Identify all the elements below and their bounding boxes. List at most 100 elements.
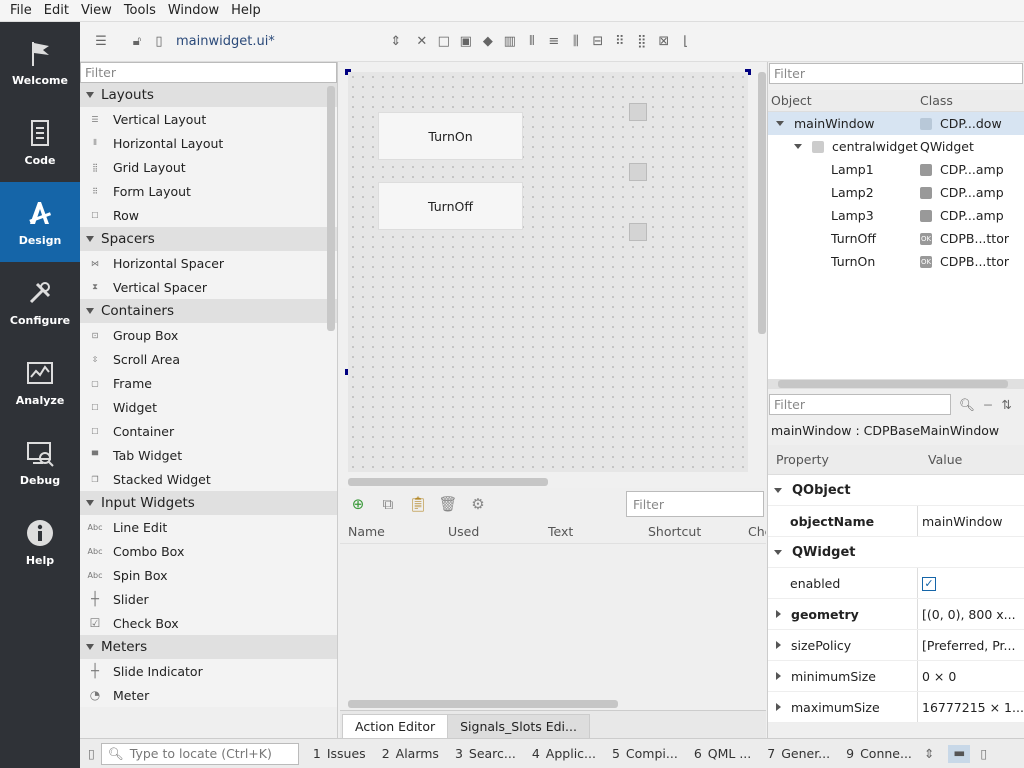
grid-layout-icon[interactable]: ⣿ bbox=[631, 31, 653, 53]
pane-compile[interactable]: 5 Compi... bbox=[604, 746, 686, 761]
tree-row[interactable]: Lamp3 CDP...amp bbox=[768, 204, 1024, 227]
adjust-size-icon[interactable]: ⌊ bbox=[675, 31, 697, 53]
property-row-sizepolicy[interactable]: sizePolicy [Preferred, Pr... bbox=[768, 630, 1024, 661]
widget-vertical-layout[interactable]: ☰ Vertical Layout bbox=[80, 107, 337, 131]
widget-scroll-area[interactable]: ⇳ Scroll Area bbox=[80, 347, 337, 371]
pane-application[interactable]: 4 Applic... bbox=[524, 746, 604, 761]
splitter-h-icon[interactable]: ⫼ bbox=[565, 31, 587, 53]
property-filter-input[interactable]: Filter bbox=[769, 394, 951, 415]
enabled-checkbox[interactable]: ✓ bbox=[922, 576, 936, 591]
property-value-field[interactable]: 0 × 0 bbox=[918, 669, 1024, 684]
widget-widget[interactable]: ☐ Widget bbox=[80, 395, 337, 419]
configure-action-icon[interactable]: ⚙︎ bbox=[466, 492, 490, 516]
widget-frame[interactable]: ▢ Frame bbox=[80, 371, 337, 395]
property-row-minimumsize[interactable]: minimumSize 0 × 0 bbox=[768, 661, 1024, 692]
pane-search[interactable]: 3 Searc... bbox=[447, 746, 524, 761]
lock-icon[interactable]: 🔓︎ bbox=[126, 31, 148, 53]
pane-issues[interactable]: 1 Issues bbox=[305, 746, 374, 761]
copy-action-icon[interactable]: ⧉ bbox=[376, 492, 400, 516]
action-scrollbar-h[interactable] bbox=[348, 700, 618, 708]
widget-form-layout[interactable]: ⠿ Form Layout bbox=[80, 179, 337, 203]
turn-on-button[interactable]: TurnOn bbox=[378, 112, 523, 160]
layout-vertical-icon[interactable]: ≡ bbox=[543, 31, 565, 53]
property-value-field[interactable]: mainWindow bbox=[918, 514, 1024, 529]
widget-vertical-spacer[interactable]: ⧗ Vertical Spacer bbox=[80, 275, 337, 299]
expand-arrow-icon[interactable] bbox=[776, 121, 784, 126]
splitter-v-icon[interactable]: ⊟ bbox=[587, 31, 609, 53]
col-shortcut[interactable]: Shortcut bbox=[640, 524, 740, 539]
category-input-widgets[interactable]: Input Widgets bbox=[80, 491, 337, 515]
paste-action-icon[interactable]: 📋︎ bbox=[406, 492, 430, 516]
widget-tab-widget[interactable]: ▀ Tab Widget bbox=[80, 443, 337, 467]
canvas-scrollbar-h[interactable] bbox=[348, 478, 548, 486]
widget-row[interactable]: ☐ Row bbox=[80, 203, 337, 227]
tree-row[interactable]: mainWindow CDP...dow bbox=[768, 112, 1024, 135]
tree-row[interactable]: Lamp1 CDP...amp bbox=[768, 158, 1024, 181]
widget-mode-icon[interactable]: □ bbox=[433, 31, 455, 53]
pane-connections[interactable]: 9 Conne... bbox=[838, 746, 920, 761]
tree-row[interactable]: centralwidget QWidget bbox=[768, 135, 1024, 158]
main-window-form[interactable]: TurnOn TurnOff bbox=[348, 72, 748, 472]
signals-mode-icon[interactable]: ▣ bbox=[455, 31, 477, 53]
property-value-field[interactable]: [Preferred, Pr... bbox=[918, 638, 1024, 653]
sort-icon[interactable]: ⇅ bbox=[1001, 397, 1011, 412]
tab-order-icon[interactable]: ▥ bbox=[499, 31, 521, 53]
turn-off-button[interactable]: TurnOff bbox=[378, 182, 523, 230]
canvas-scrollbar-v[interactable] bbox=[758, 72, 766, 334]
tree-row[interactable]: TurnOff OK CDPB...ttor bbox=[768, 227, 1024, 250]
mode-configure[interactable]: Configure bbox=[0, 262, 80, 342]
right-sidebar-toggle-icon[interactable]: ▯ bbox=[980, 746, 987, 761]
pane-general[interactable]: 7 Gener... bbox=[759, 746, 838, 761]
mode-welcome[interactable]: Welcome bbox=[0, 22, 80, 102]
mode-code[interactable]: Code bbox=[0, 102, 80, 182]
object-filter-input[interactable]: Filter bbox=[769, 63, 1023, 84]
widget-horizontal-layout[interactable]: ⦀ Horizontal Layout bbox=[80, 131, 337, 155]
locator-input[interactable]: 🔍︎ Type to locate (Ctrl+K) bbox=[100, 742, 299, 765]
tree-row[interactable]: Lamp2 CDP...amp bbox=[768, 181, 1024, 204]
widget-horizontal-spacer[interactable]: ⋈ Horizontal Spacer bbox=[80, 251, 337, 275]
mode-help[interactable]: Help bbox=[0, 502, 80, 582]
mode-design[interactable]: Design bbox=[0, 182, 80, 262]
close-icon[interactable]: ✕ bbox=[411, 31, 433, 53]
progress-toggle-icon[interactable]: ▬ bbox=[948, 744, 971, 763]
widget-line-edit[interactable]: Abc Line Edit bbox=[80, 515, 337, 539]
col-text[interactable]: Text bbox=[540, 524, 640, 539]
menu-edit[interactable]: Edit bbox=[38, 3, 75, 18]
updown-icon[interactable]: ⇕ bbox=[385, 31, 407, 53]
property-row-maximumsize[interactable]: maximumSize 16777215 × 1... bbox=[768, 692, 1024, 723]
expand-arrow-icon[interactable] bbox=[776, 641, 781, 649]
menu-window[interactable]: Window bbox=[162, 3, 225, 18]
object-scrollbar-h[interactable] bbox=[768, 379, 1024, 389]
search-options-icon[interactable]: 🔍︎ bbox=[959, 397, 975, 413]
col-property[interactable]: Property bbox=[768, 452, 918, 467]
property-group-qwidget[interactable]: QWidget bbox=[768, 537, 1024, 568]
mode-analyze[interactable]: Analyze bbox=[0, 342, 80, 422]
tree-row[interactable]: TurnOn OK CDPB...ttor bbox=[768, 250, 1024, 273]
delete-action-icon[interactable]: 🗑︎ bbox=[436, 492, 460, 516]
widget-box-scrollbar[interactable] bbox=[327, 86, 335, 331]
expand-arrow-icon[interactable] bbox=[776, 703, 781, 711]
menu-file[interactable]: File bbox=[4, 3, 38, 18]
expand-arrow-icon[interactable] bbox=[776, 610, 781, 618]
action-filter-input[interactable]: Filter bbox=[626, 491, 764, 517]
widget-grid-layout[interactable]: ⣿ Grid Layout bbox=[80, 155, 337, 179]
widget-spin-box[interactable]: Abc Spin Box bbox=[80, 563, 337, 587]
property-row-enabled[interactable]: enabled ✓ bbox=[768, 568, 1024, 599]
col-class[interactable]: Class bbox=[920, 93, 1024, 108]
property-row-geometry[interactable]: geometry [(0, 0), 800 x... bbox=[768, 599, 1024, 630]
category-containers[interactable]: Containers bbox=[80, 299, 337, 323]
break-layout-icon[interactable]: ⊠ bbox=[653, 31, 675, 53]
category-spacers[interactable]: Spacers bbox=[80, 227, 337, 251]
property-group-qobject[interactable]: QObject bbox=[768, 475, 1024, 506]
col-value[interactable]: Value bbox=[918, 452, 962, 467]
widget-check-box[interactable]: ☑ Check Box bbox=[80, 611, 337, 635]
pane-qml[interactable]: 6 QML ... bbox=[686, 746, 759, 761]
lamp3-widget[interactable] bbox=[629, 223, 647, 241]
widget-filter-input[interactable]: Filter bbox=[80, 62, 337, 83]
sidebar-toggle-icon[interactable]: ▯ bbox=[88, 746, 95, 761]
category-layouts[interactable]: Layouts bbox=[80, 83, 337, 107]
menu-tools[interactable]: Tools bbox=[118, 3, 162, 18]
menu-help[interactable]: Help bbox=[225, 3, 267, 18]
updown-icon[interactable]: ⇕ bbox=[924, 746, 934, 761]
tag-icon[interactable]: ◆ bbox=[477, 31, 499, 53]
